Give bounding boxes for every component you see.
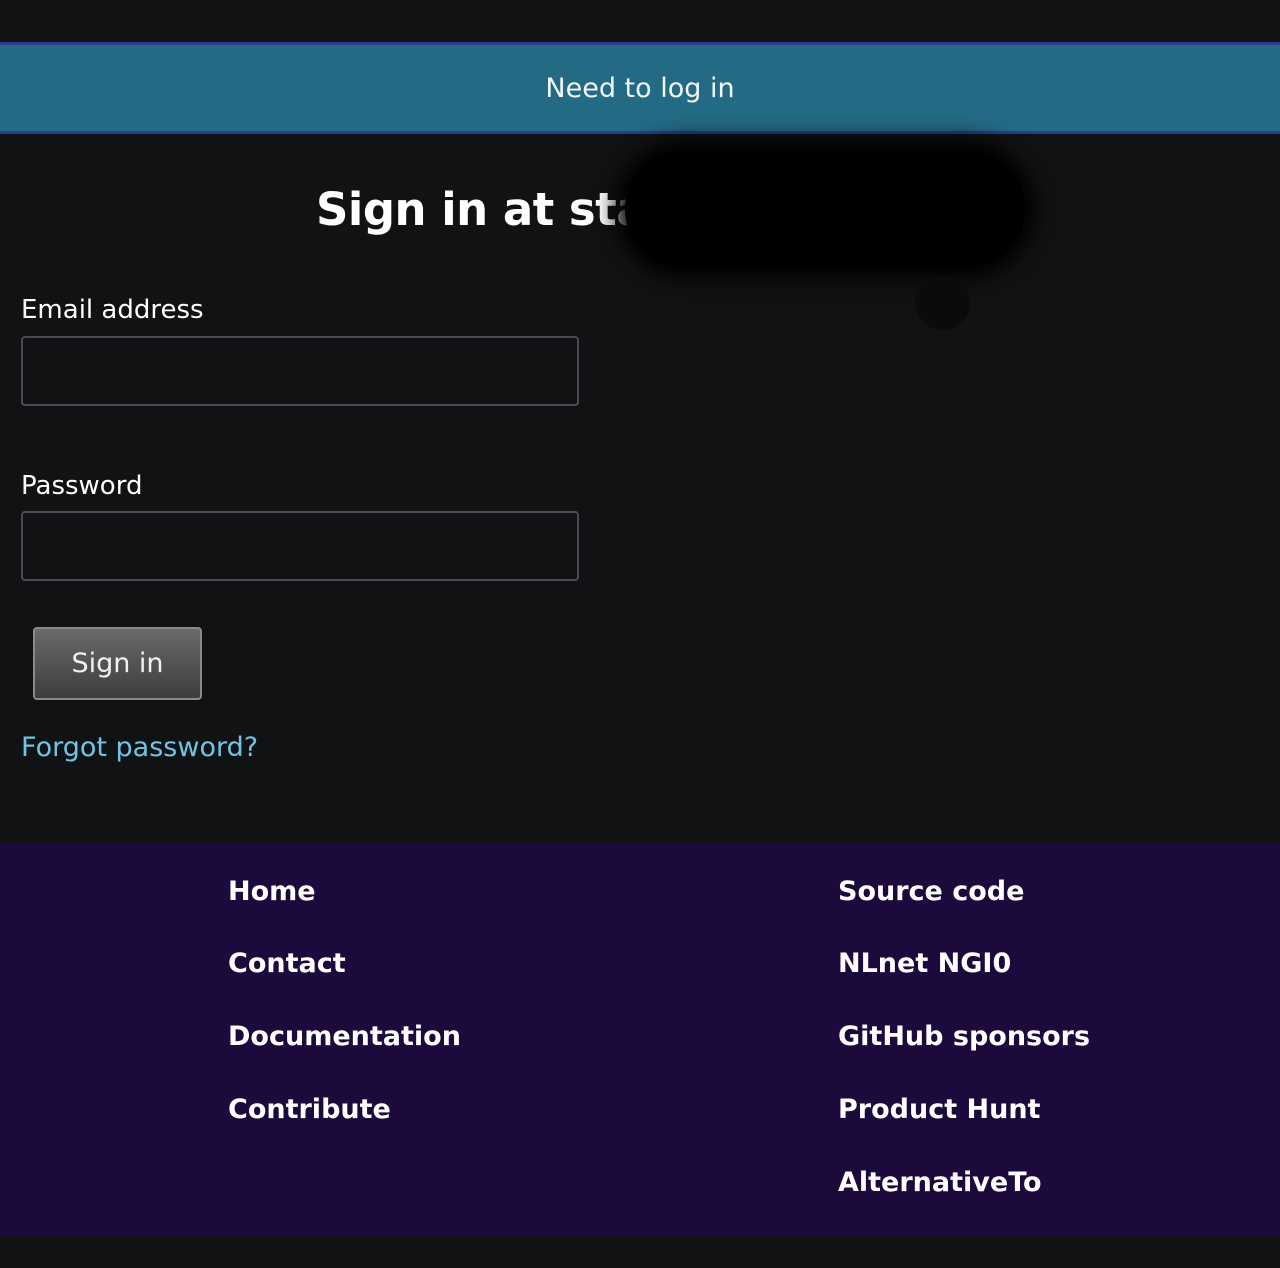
banner-text: Need to log in xyxy=(545,72,735,104)
email-field[interactable] xyxy=(21,336,579,406)
footer-link-github-sponsors[interactable]: GitHub sponsors xyxy=(838,1021,1090,1052)
footer-link-documentation[interactable]: Documentation xyxy=(228,1021,461,1052)
footer-link-product-hunt[interactable]: Product Hunt xyxy=(838,1094,1040,1125)
footer-link-alternativeto[interactable]: AlternativeTo xyxy=(838,1167,1042,1198)
redaction-mark-small xyxy=(915,275,970,330)
footer-link-home[interactable]: Home xyxy=(228,876,316,907)
footer-link-nlnet[interactable]: NLnet NGI0 xyxy=(838,948,1011,979)
sign-in-button[interactable]: Sign in xyxy=(33,627,202,700)
password-label: Password xyxy=(21,471,143,501)
footer-link-contribute[interactable]: Contribute xyxy=(228,1094,391,1125)
redaction-mark xyxy=(625,150,1025,268)
footer: Home Contact Documentation Contribute So… xyxy=(0,843,1280,1235)
email-label: Email address xyxy=(21,295,204,325)
footer-link-contact[interactable]: Contact xyxy=(228,948,346,979)
login-required-banner: Need to log in xyxy=(0,42,1280,134)
password-field[interactable] xyxy=(21,511,579,581)
footer-link-source-code[interactable]: Source code xyxy=(838,876,1024,907)
forgot-password-link[interactable]: Forgot password? xyxy=(21,732,258,763)
